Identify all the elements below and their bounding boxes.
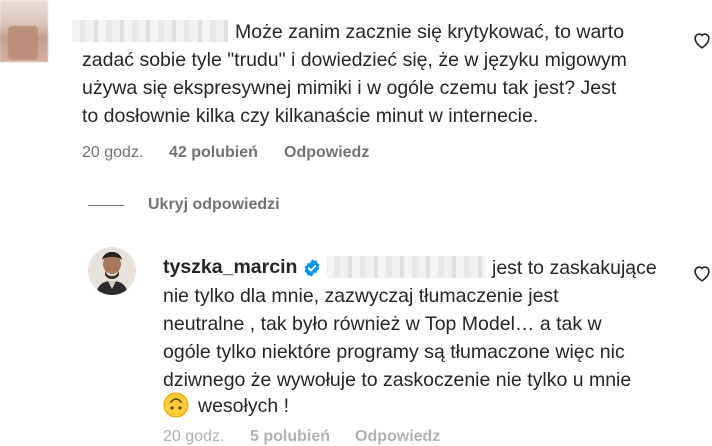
- reply-text-line: nie tylko dla mnie, zazwyczaj tłumaczeni…: [163, 285, 559, 307]
- hide-replies-button[interactable]: Ukryj odpowiedzi: [148, 196, 280, 214]
- avatar-photo-icon: [88, 247, 136, 295]
- comment-text-line: używa się ekspresywnej mimiki i w ogóle …: [82, 77, 617, 99]
- like-count[interactable]: 42 polubień: [169, 144, 258, 162]
- reply-text-line: dziwnego że wywołuje to zaskoczenie nie …: [163, 369, 632, 391]
- reply-text-line: ogóle tylko niektóre programy są tłumacz…: [163, 341, 625, 363]
- reply-timestamp[interactable]: 20 godz.: [163, 428, 224, 446]
- verified-badge-icon: [304, 259, 320, 277]
- heart-icon[interactable]: [691, 262, 712, 284]
- reply-text-line: wesołych !: [198, 395, 290, 417]
- reply-button[interactable]: Odpowiedz: [284, 144, 369, 162]
- reply-reply-button[interactable]: Odpowiedz: [355, 428, 440, 446]
- comment-text-line: Może zanim zacznie się krytykować, to wa…: [235, 21, 625, 43]
- reply-username[interactable]: tyszka_marcin: [163, 256, 297, 279]
- comment-timestamp[interactable]: 20 godz.: [82, 144, 143, 162]
- comment-text-line: zadać sobie tyle "trudu" i dowiedzieć si…: [82, 49, 627, 71]
- reply-like-count[interactable]: 5 polubień: [250, 428, 330, 446]
- upside-down-face-icon: [163, 392, 189, 418]
- reply-text-line: neutralne , tak było również w Top Model…: [163, 313, 602, 335]
- reply-avatar[interactable]: [88, 247, 136, 295]
- redacted-mention[interactable]: [326, 256, 486, 278]
- replies-divider: [88, 205, 124, 206]
- upside-down-face-emoji: [163, 392, 189, 418]
- commenter-avatar[interactable]: [0, 0, 48, 62]
- redacted-username[interactable]: [72, 20, 228, 42]
- comment-text-line: to dosłownie kilka czy kilkanaście minut…: [82, 105, 539, 127]
- reply-text-line: jest to zaskakujące: [492, 257, 657, 279]
- heart-icon[interactable]: [691, 29, 712, 51]
